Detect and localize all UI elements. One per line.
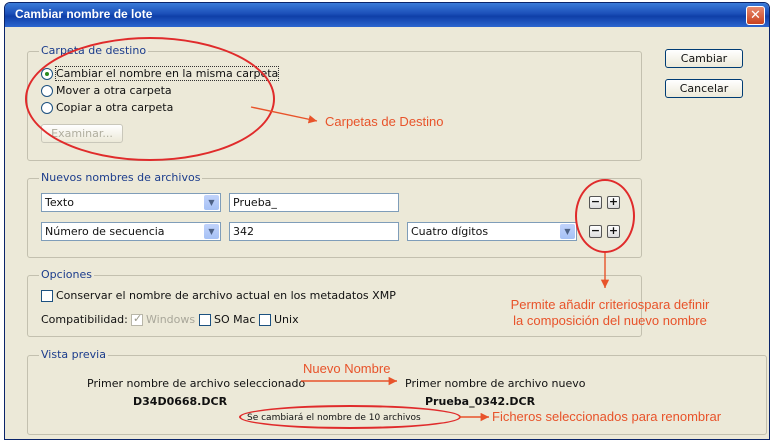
arrow-destino <box>250 106 318 124</box>
annotation-ficheros: Ficheros seleccionados para renombrar <box>492 409 722 424</box>
annotation-criterios: Permite añadir criteriospara definir la … <box>510 297 710 328</box>
batch-rename-dialog: Cambiar nombre de lote ✕ Carpeta de dest… <box>4 2 770 440</box>
annotation-destino: Carpetas de Destino <box>325 114 444 129</box>
annotation-nuevo-nombre: Nuevo Nombre <box>303 361 391 376</box>
